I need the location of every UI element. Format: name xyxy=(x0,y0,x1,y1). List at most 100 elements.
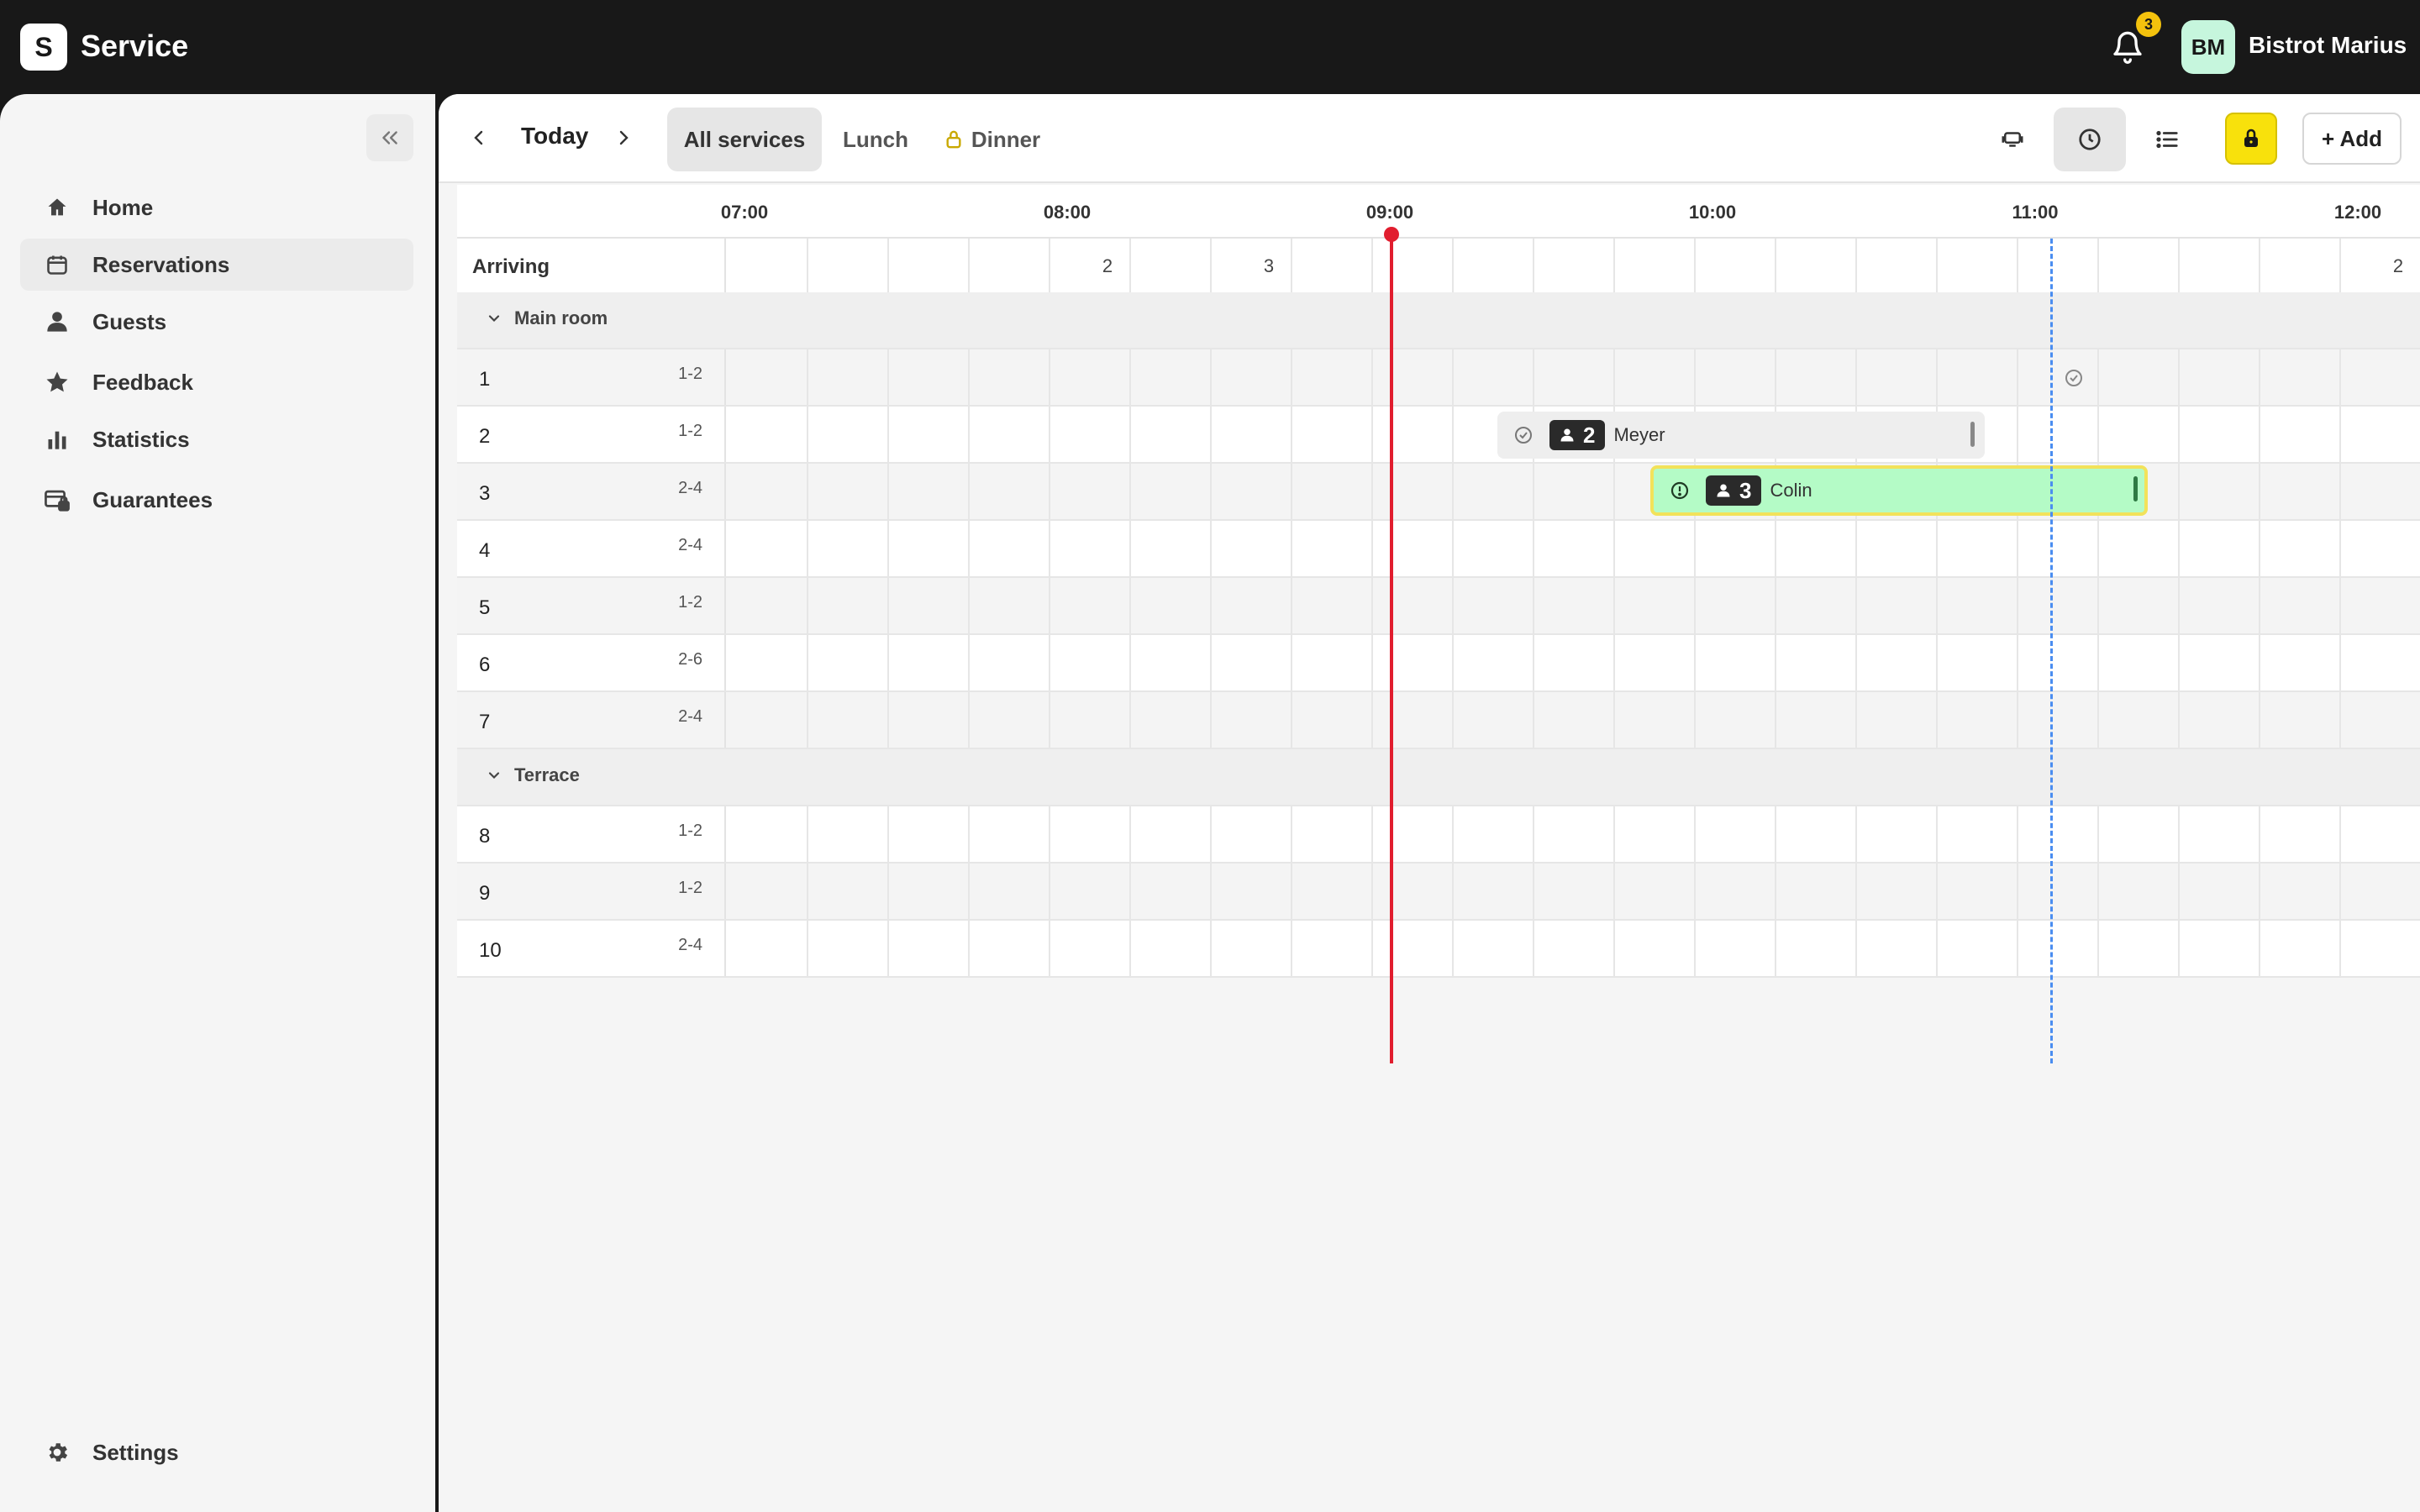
add-reservation-button[interactable]: + Add xyxy=(2302,113,2402,165)
grid-line xyxy=(2178,239,2180,294)
grid-line xyxy=(1210,864,1212,919)
lock-service-button[interactable] xyxy=(2225,113,2277,165)
grid-line xyxy=(807,349,808,405)
grid-line xyxy=(2259,692,2260,748)
timeline-view-button[interactable] xyxy=(2054,108,2126,171)
grid-line xyxy=(1533,806,1534,862)
sidebar-item-label: Feedback xyxy=(92,369,193,395)
grid-line xyxy=(807,635,808,690)
tab-lunch[interactable]: Lunch xyxy=(834,108,918,171)
sidebar-item-feedback[interactable]: Feedback xyxy=(20,356,413,408)
arriving-label-cell: Arriving xyxy=(457,239,726,294)
sidebar-item-statistics[interactable]: Statistics xyxy=(20,413,413,465)
sidebar-item-label: Settings xyxy=(92,1439,179,1465)
party-size-badge: 3 xyxy=(1706,475,1762,506)
grid-line xyxy=(1049,407,1050,462)
grid-line xyxy=(2259,407,2260,462)
top-bar: S Service 3 BM Bistrot Marius xyxy=(0,0,2420,94)
table-number: 7 xyxy=(479,711,491,733)
arriving-count: 2 xyxy=(1102,255,1113,276)
app-logo[interactable]: S xyxy=(20,24,67,71)
grid-line xyxy=(2017,635,2018,690)
sidebar-item-home[interactable]: Home xyxy=(20,181,413,234)
grid-line xyxy=(887,521,889,576)
sidebar-item-guests[interactable]: Guests xyxy=(20,296,413,348)
grid-line xyxy=(2178,521,2180,576)
chevron-right-icon xyxy=(619,130,629,145)
grid-line xyxy=(2097,407,2099,462)
grid-line xyxy=(1049,464,1050,519)
section-label: Main room xyxy=(486,307,608,329)
grid-line xyxy=(2017,806,2018,862)
next-day-button[interactable] xyxy=(605,119,642,156)
grid-line xyxy=(968,921,970,976)
grid-line xyxy=(1129,692,1131,748)
tab-all-services[interactable]: All services xyxy=(667,108,822,171)
grid-line xyxy=(2178,692,2180,748)
hour-label: 09:00 xyxy=(1365,202,1414,223)
grid-line xyxy=(887,635,889,690)
grid-line xyxy=(1210,692,1212,748)
previous-day-button[interactable] xyxy=(460,119,497,156)
bell-icon[interactable] xyxy=(2111,29,2144,66)
grid-line xyxy=(807,864,808,919)
grid-line xyxy=(2339,521,2341,576)
list-view-button[interactable] xyxy=(2131,108,2203,171)
grid-line xyxy=(2097,239,2099,294)
grid-line xyxy=(1210,349,1212,405)
grid-line xyxy=(1371,635,1373,690)
sidebar-item-guarantees[interactable]: Guarantees xyxy=(20,474,413,526)
table-label-cell: 8 1-2 xyxy=(457,806,726,862)
avatar[interactable]: BM xyxy=(2181,20,2235,74)
tab-dinner[interactable]: Dinner xyxy=(929,108,1055,171)
grid-line xyxy=(887,578,889,633)
grid-line xyxy=(2339,635,2341,690)
grid-line xyxy=(1049,521,1050,576)
grid-line xyxy=(2097,921,2099,976)
resize-handle[interactable] xyxy=(1970,422,1975,447)
table-label-cell: 2 1-2 xyxy=(457,407,726,462)
grid-line xyxy=(2017,407,2018,462)
grid-line xyxy=(1855,921,1857,976)
grid-line xyxy=(2178,635,2180,690)
sidebar-item-settings[interactable]: Settings xyxy=(20,1426,413,1478)
grid-line xyxy=(1936,239,1938,294)
gear-icon xyxy=(20,1440,92,1465)
reservation-colin[interactable]: 3 Colin xyxy=(1650,465,2148,516)
resize-handle[interactable] xyxy=(2133,476,2138,501)
sidebar-item-label: Guests xyxy=(92,308,167,334)
grid-line xyxy=(1533,578,1534,633)
grid-line xyxy=(887,692,889,748)
floorplan-view-button[interactable] xyxy=(1976,108,2049,171)
grid-line xyxy=(807,521,808,576)
grid-line xyxy=(1210,464,1212,519)
grid-line xyxy=(1533,692,1534,748)
section-header-terrace[interactable]: Terrace xyxy=(457,749,2420,806)
date-label[interactable]: Today xyxy=(521,123,588,150)
grid-line xyxy=(2339,921,2341,976)
timeline-grid: 07:00 08:00 09:00 10:00 11:00 12:00 Arri… xyxy=(457,185,2420,1063)
grid-line xyxy=(1049,349,1050,405)
sidebar-item-reservations[interactable]: Reservations xyxy=(20,239,413,291)
grid-line xyxy=(1291,521,1292,576)
grid-line xyxy=(807,921,808,976)
grid-line xyxy=(1210,806,1212,862)
collapse-sidebar-button[interactable] xyxy=(366,114,413,161)
grid-line xyxy=(1694,349,1696,405)
grid-line xyxy=(968,692,970,748)
table-label-cell: 1 1-2 xyxy=(457,349,726,405)
grid-line xyxy=(1452,407,1454,462)
grid-line xyxy=(1936,521,1938,576)
reservation-table-1-partial[interactable] xyxy=(2054,349,2420,407)
reservation-meyer[interactable]: 2 Meyer xyxy=(1497,412,1985,459)
party-size: 2 xyxy=(1583,422,1596,448)
section-header-main-room[interactable]: Main room xyxy=(457,292,2420,349)
table-number: 1 xyxy=(479,368,491,391)
hour-label: 12:00 xyxy=(2333,202,2382,223)
table-capacity: 1-2 xyxy=(678,822,702,840)
grid-line xyxy=(1855,239,1857,294)
table-label-cell: 10 2-4 xyxy=(457,921,726,976)
grid-line xyxy=(1291,921,1292,976)
organization-name[interactable]: Bistrot Marius xyxy=(2249,32,2407,59)
grid-line xyxy=(2017,692,2018,748)
